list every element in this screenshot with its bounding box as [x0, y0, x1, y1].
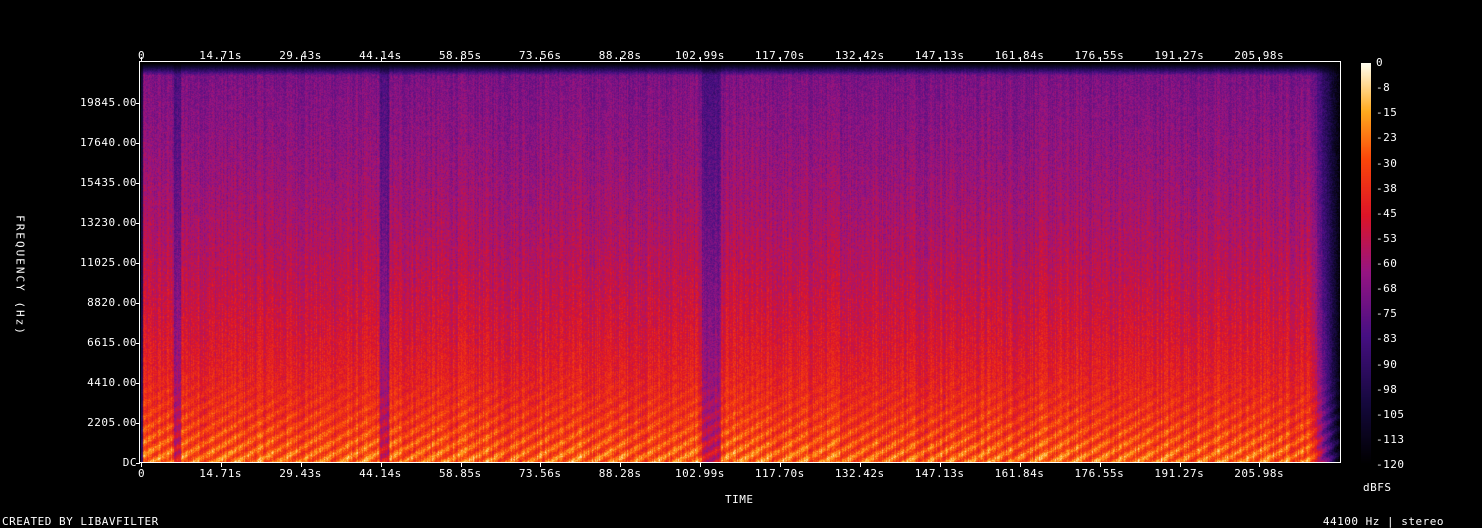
- x-tick-label: 117.70s: [754, 467, 805, 480]
- x-tick-label: 58.85s: [438, 467, 482, 480]
- x-tick-label: 147.13s: [914, 467, 965, 480]
- x-tick-mark: [220, 463, 222, 467]
- x-tick-mark: [220, 57, 222, 61]
- x-tick-mark: [300, 463, 302, 467]
- y-tick-label: 6615.00: [87, 336, 137, 349]
- x-tick-mark: [780, 57, 782, 61]
- colorbar-tick-label: -113: [1376, 432, 1405, 446]
- x-tick-mark: [1259, 463, 1261, 467]
- x-tick-mark: [460, 463, 462, 467]
- y-axis-label: FREQUENCY (Hz): [13, 215, 27, 336]
- x-tick-mark: [1019, 57, 1021, 61]
- x-tick-mark: [540, 57, 542, 61]
- x-tick-label: 44.14s: [359, 467, 402, 480]
- colorbar-label: dBFS: [1363, 481, 1392, 494]
- x-tick-mark: [540, 463, 542, 467]
- y-tick-mark: [136, 423, 140, 424]
- x-tick-label: 176.55s: [1074, 467, 1125, 480]
- y-tick-mark: [136, 463, 140, 464]
- colorbar-tick-label: -23: [1376, 131, 1398, 145]
- y-tick-mark: [136, 343, 140, 344]
- x-tick-mark: [1259, 57, 1261, 61]
- x-tick-mark: [300, 57, 302, 61]
- y-tick-mark: [136, 143, 140, 144]
- y-tick-label: 4410.00: [87, 376, 137, 389]
- x-tick-mark: [380, 57, 382, 61]
- spectrogram-plot: [141, 63, 1341, 463]
- y-tick-mark: [136, 223, 140, 224]
- colorbar-tick-label: -45: [1376, 206, 1398, 220]
- x-tick-mark: [939, 57, 941, 61]
- x-tick-mark: [141, 463, 142, 467]
- x-tick-mark: [1019, 463, 1021, 467]
- colorbar-tick-label: -15: [1376, 106, 1398, 120]
- x-tick-mark: [460, 57, 462, 61]
- x-tick-label: 14.71s: [199, 467, 243, 480]
- x-tick-label: 161.84s: [994, 467, 1045, 480]
- x-tick-mark: [1099, 463, 1101, 467]
- colorbar-tick-label: -75: [1376, 307, 1398, 321]
- y-tick-label: 19845.00: [80, 96, 137, 109]
- x-tick-mark: [620, 57, 622, 61]
- colorbar-tick-label: -38: [1376, 181, 1398, 195]
- colorbar-tick-label: -30: [1376, 156, 1398, 170]
- x-tick-mark: [380, 463, 382, 467]
- colorbar-tick-label: -120: [1376, 458, 1405, 471]
- colorbar-tick-label: -8: [1376, 81, 1391, 95]
- y-tick-mark: [136, 303, 140, 304]
- x-tick-mark: [700, 463, 702, 467]
- y-tick-mark: [136, 383, 140, 384]
- x-tick-label: 205.98s: [1234, 467, 1285, 480]
- x-tick-label: 73.56s: [518, 467, 562, 480]
- x-tick-mark: [1099, 57, 1101, 61]
- y-tick-label: 11025.00: [80, 256, 137, 269]
- footer-credit: CREATED BY LIBAVFILTER: [2, 515, 159, 528]
- y-tick-label: 15435.00: [80, 176, 137, 189]
- x-tick-label: 102.99s: [675, 467, 725, 480]
- x-tick-mark: [1179, 463, 1181, 467]
- x-tick-label: 0: [138, 467, 146, 480]
- colorbar-tick-label: -53: [1376, 231, 1398, 245]
- x-tick-label: 29.43s: [279, 467, 322, 480]
- y-tick-label: DC: [122, 456, 137, 469]
- x-tick-mark: [1179, 57, 1181, 61]
- x-tick-mark: [939, 463, 941, 467]
- x-tick-mark: [141, 57, 142, 61]
- colorbar-tick-label: -83: [1376, 332, 1398, 346]
- x-tick-mark: [700, 57, 702, 61]
- y-tick-label: 2205.00: [87, 416, 137, 429]
- colorbar-tick-label: 0: [1376, 56, 1384, 69]
- y-tick-label: 8820.00: [87, 296, 137, 309]
- y-tick-label: 17640.00: [80, 136, 137, 149]
- colorbar: [1361, 63, 1371, 465]
- x-tick-mark: [780, 463, 782, 467]
- x-tick-mark: [860, 57, 862, 61]
- x-tick-label: 132.42s: [834, 467, 885, 480]
- colorbar-tick-label: -68: [1376, 282, 1398, 296]
- x-tick-mark: [860, 463, 862, 467]
- y-tick-label: 13230.00: [80, 216, 137, 229]
- x-tick-mark: [620, 463, 622, 467]
- colorbar-tick-label: -98: [1376, 382, 1398, 396]
- x-tick-label: 191.27s: [1154, 467, 1205, 480]
- footer-sample-rate: 44100 Hz | stereo: [1322, 515, 1444, 528]
- colorbar-tick-label: -90: [1376, 357, 1398, 371]
- x-tick-label: 88.28s: [598, 467, 642, 480]
- colorbar-tick-label: -60: [1376, 257, 1398, 270]
- y-tick-mark: [136, 103, 140, 104]
- colorbar-tick-label: -105: [1376, 407, 1405, 421]
- y-tick-mark: [136, 263, 140, 264]
- y-tick-mark: [136, 183, 140, 184]
- x-axis-label: TIME: [725, 493, 754, 506]
